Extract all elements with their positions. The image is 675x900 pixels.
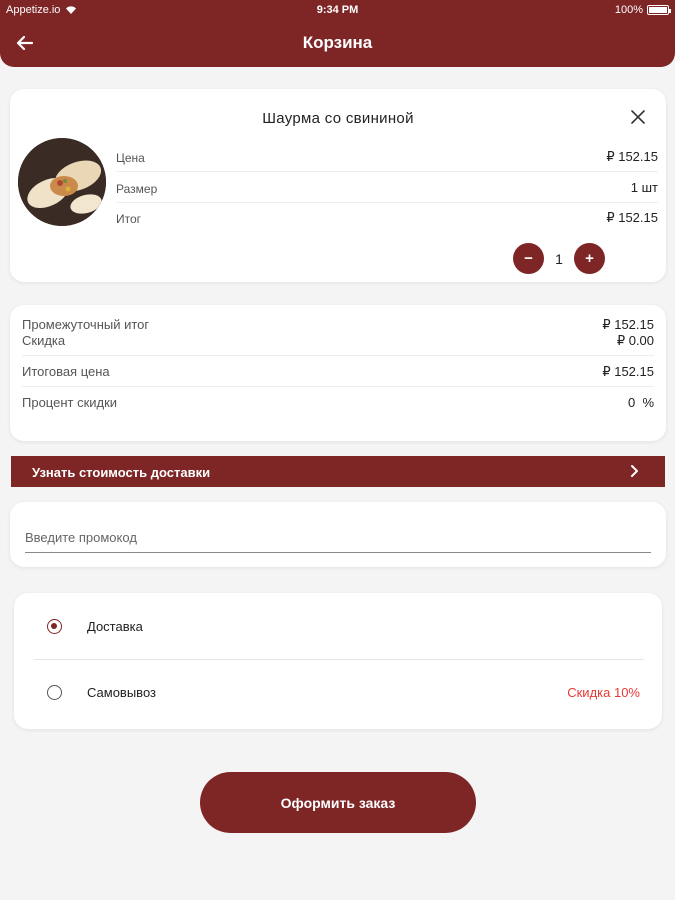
promo-card: [10, 502, 666, 567]
delivery-cost-label: Узнать стоимость доставки: [32, 465, 211, 480]
checkout-button[interactable]: Оформить заказ: [200, 772, 476, 833]
item-name: Шаурма со свининой: [262, 110, 414, 127]
final-price-label: Итоговая цена: [22, 364, 110, 379]
status-right: 100%: [614, 4, 671, 16]
price-row: Цена ₽ 152.15: [116, 142, 658, 172]
increase-button[interactable]: +: [574, 243, 605, 274]
discount-percent-value: 0 %: [627, 395, 654, 410]
size-value: 1 шт: [630, 180, 658, 195]
item-total-label: Итог: [116, 212, 142, 226]
summary-divider: [22, 355, 654, 356]
discount-value: ₽ 0.00: [616, 333, 654, 348]
battery-percent: 100%: [614, 4, 643, 16]
quantity-stepper: − 1 +: [513, 243, 605, 274]
discount-percent-row: Процент скидки 0 %: [22, 395, 654, 410]
decrease-button[interactable]: −: [513, 243, 544, 274]
discount-percent-label: Процент скидки: [22, 395, 118, 410]
battery-icon: [647, 5, 671, 15]
delivery-radio[interactable]: [47, 619, 62, 634]
status-time: 9:34 PM: [316, 4, 359, 16]
order-summary-card: Промежуточный итог ₽ 152.15 Скидка ₽ 0.0…: [10, 305, 666, 441]
subtotal-value: ₽ 152.15: [602, 317, 654, 332]
discount-label: Скидка: [22, 333, 66, 348]
subtotal-label: Промежуточный итог: [22, 317, 150, 332]
shawarma-image: [18, 138, 106, 226]
summary-divider: [22, 386, 654, 387]
size-row: Размер 1 шт: [116, 173, 658, 203]
final-price-row: Итоговая цена ₽ 152.15: [22, 364, 654, 379]
page-title: Корзина: [302, 33, 373, 52]
total-row: Итог ₽ 152.15: [116, 203, 658, 233]
app-bar: Корзина: [0, 20, 675, 67]
size-label: Размер: [116, 182, 158, 196]
delivery-option-label[interactable]: Доставка: [87, 619, 143, 634]
pickup-discount-note: Скидка 10%: [567, 685, 640, 700]
close-icon[interactable]: [630, 109, 646, 125]
cart-item-card: Шаурма со свининой Цена ₽ 152.15 Размер …: [10, 89, 666, 282]
item-total-value: ₽ 152.15: [606, 210, 658, 225]
pickup-option-label[interactable]: Самовывоз: [87, 685, 156, 700]
quantity-value: 1: [555, 250, 563, 267]
price-label: Цена: [116, 151, 145, 165]
status-bar: Appetize.io 9:34 PM 100%: [0, 0, 675, 20]
final-price-value: ₽ 152.15: [602, 364, 654, 379]
discount-row: Скидка ₽ 0.00: [22, 333, 654, 348]
promo-code-input[interactable]: [25, 523, 651, 553]
method-divider: [34, 659, 644, 660]
chevron-right-icon: [631, 465, 638, 477]
delivery-cost-button[interactable]: Узнать стоимость доставки: [11, 456, 665, 487]
price-value: ₽ 152.15: [606, 149, 658, 164]
subtotal-row: Промежуточный итог ₽ 152.15: [22, 317, 654, 332]
delivery-method-card: Доставка Самовывоз Скидка 10%: [14, 593, 662, 729]
pickup-radio[interactable]: [47, 685, 62, 700]
